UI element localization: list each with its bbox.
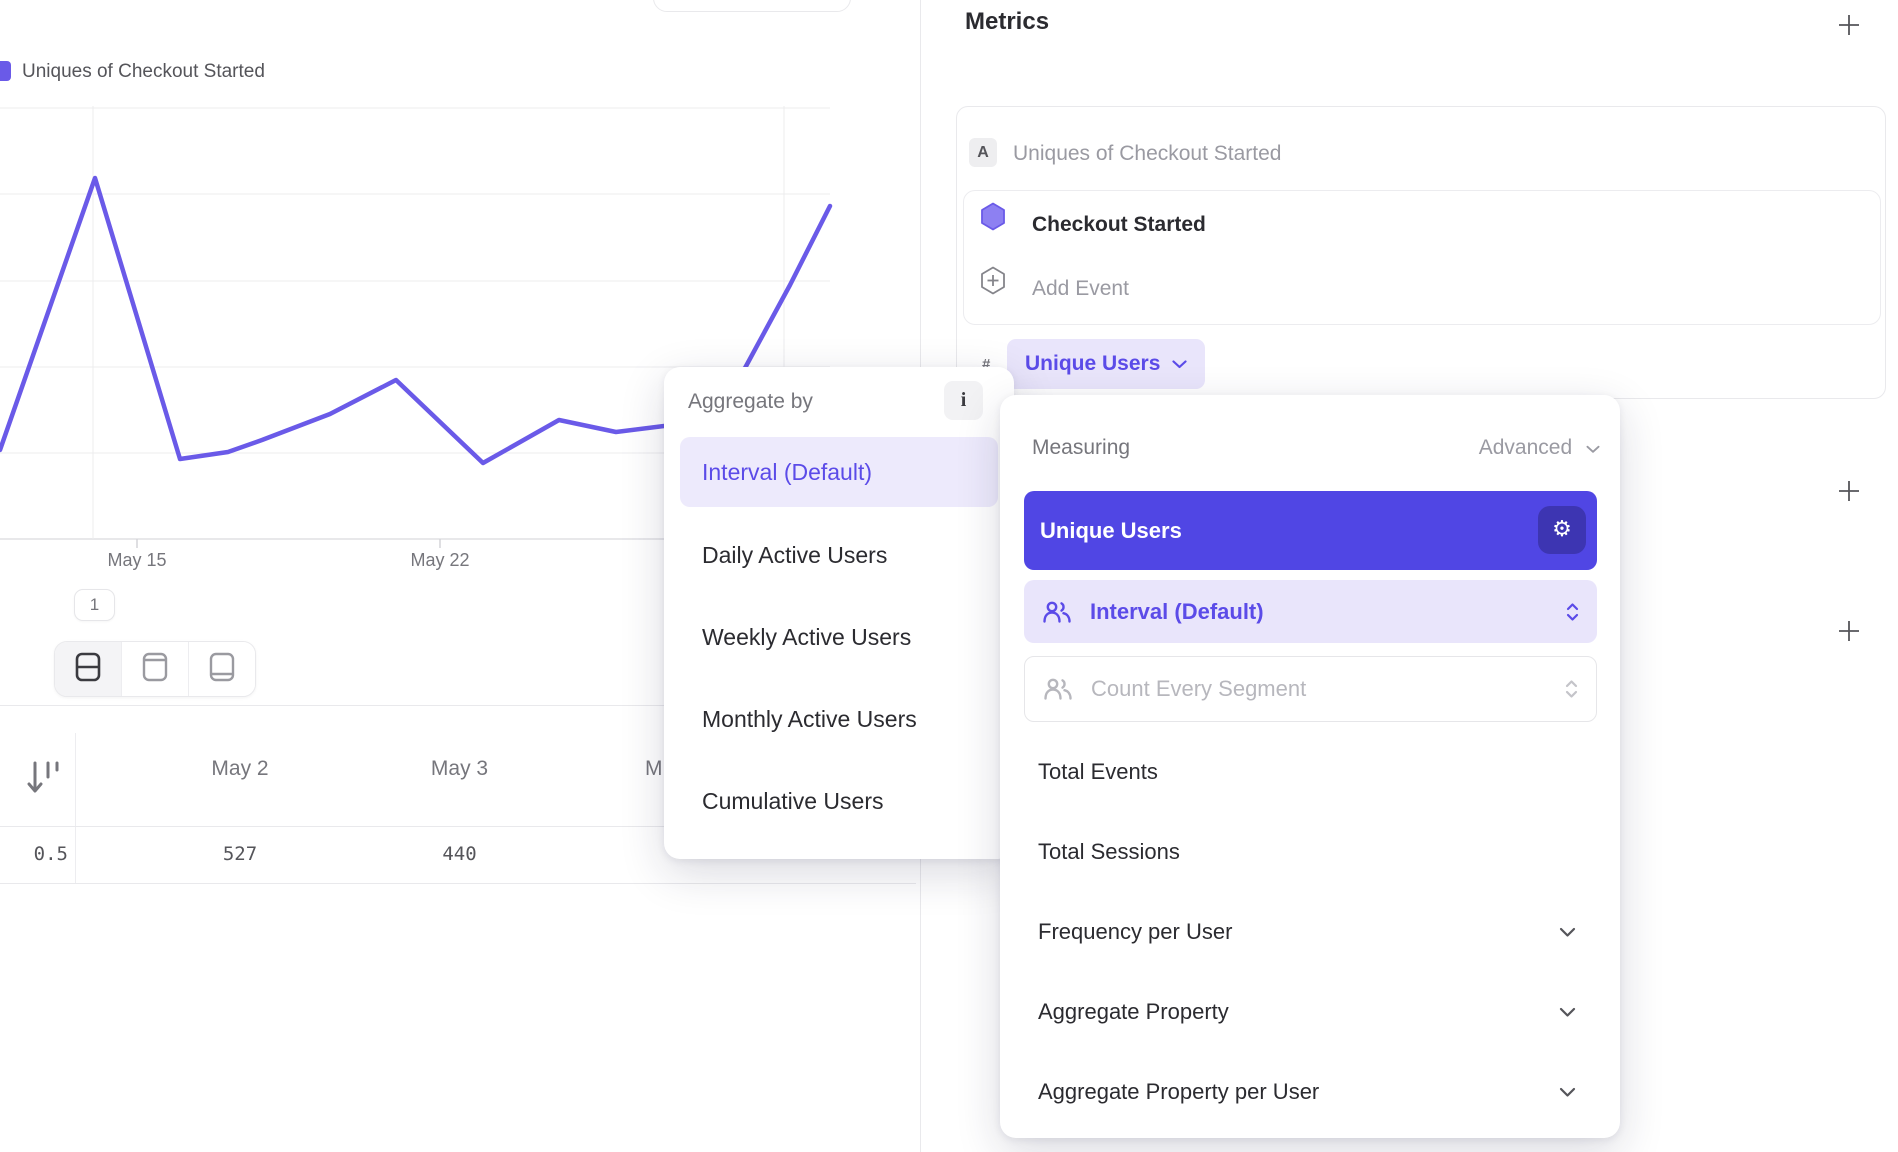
- measuring-option-aggregate-property-per-user[interactable]: Aggregate Property per User: [1038, 1070, 1598, 1114]
- x-axis-label: May 22: [370, 550, 510, 571]
- layout-split-button[interactable]: [55, 642, 122, 696]
- layout-table-button[interactable]: [189, 642, 255, 696]
- table-cell-may3: 440: [350, 843, 569, 865]
- measuring-option-aggregate-property[interactable]: Aggregate Property: [1038, 990, 1598, 1034]
- table-row-separator: [0, 883, 916, 884]
- measurement-chip[interactable]: Unique Users: [1007, 339, 1205, 389]
- table-header-may2[interactable]: May 2: [130, 757, 350, 781]
- table-column-separator: [75, 733, 76, 883]
- info-button[interactable]: i: [944, 381, 983, 420]
- option-label: Total Sessions: [1038, 839, 1598, 865]
- metric-card-title: Uniques of Checkout Started: [1013, 142, 1282, 166]
- metric-card: A Uniques of Checkout Started Checkout S…: [956, 106, 1886, 399]
- sort-icon[interactable]: [26, 757, 64, 806]
- split-view-icon: [73, 649, 103, 690]
- option-label: Aggregate Property per User: [1038, 1079, 1559, 1105]
- table-cell-may2: 527: [130, 843, 350, 865]
- table-view-icon: [207, 649, 237, 690]
- count-every-segment-label: Count Every Segment: [1091, 676, 1565, 702]
- advanced-label: Advanced: [1479, 436, 1572, 459]
- table-row-label: 0.5: [0, 843, 68, 865]
- up-down-chevrons-icon: [1565, 679, 1578, 699]
- chevron-down-icon: [1559, 1007, 1576, 1018]
- measurement-chip-label: Unique Users: [1025, 352, 1160, 376]
- menu-item-interval-default[interactable]: Interval (Default): [680, 437, 998, 507]
- add-metric-button[interactable]: [1834, 10, 1864, 40]
- menu-item-daily-active-users[interactable]: Daily Active Users: [680, 520, 998, 590]
- layout-chart-button[interactable]: [122, 642, 189, 696]
- interval-row-label: Interval (Default): [1090, 599, 1566, 625]
- plus-icon: [1837, 13, 1861, 37]
- event-hexagon-icon: [980, 202, 1006, 236]
- add-section-button-2[interactable]: [1834, 616, 1864, 646]
- table-header-may3[interactable]: May 3: [350, 757, 569, 781]
- series-page-chip[interactable]: 1: [74, 589, 115, 621]
- add-event-hexagon-icon: [980, 266, 1006, 300]
- add-section-button-1[interactable]: [1834, 476, 1864, 506]
- users-icon: [1042, 600, 1072, 624]
- add-event-button[interactable]: Add Event: [1032, 277, 1129, 301]
- option-label: Aggregate Property: [1038, 999, 1559, 1025]
- option-label: Frequency per User: [1038, 919, 1559, 945]
- measuring-option-total-sessions[interactable]: Total Sessions: [1038, 830, 1598, 874]
- menu-item-cumulative-users[interactable]: Cumulative Users: [680, 766, 998, 836]
- chevron-down-icon: [1559, 1087, 1576, 1098]
- chevron-down-icon: [1586, 445, 1600, 454]
- interval-selector-row[interactable]: Interval (Default): [1024, 580, 1597, 643]
- aggregate-by-menu: Aggregate by i Interval (Default) Daily …: [664, 367, 1014, 859]
- metric-badge: A: [969, 138, 997, 167]
- plus-icon: [1837, 619, 1861, 643]
- gear-icon: ⚙: [1552, 519, 1572, 541]
- menu-item-weekly-active-users[interactable]: Weekly Active Users: [680, 602, 998, 672]
- count-every-segment-row[interactable]: Count Every Segment: [1024, 656, 1597, 722]
- aggregate-by-title: Aggregate by: [688, 390, 813, 414]
- metrics-heading: Metrics: [965, 8, 1049, 36]
- analytics-screen: Uniques of Checkout Started May 15 May 22…: [0, 0, 1898, 1152]
- event-row-label[interactable]: Checkout Started: [1032, 213, 1206, 237]
- measuring-option-unique-users[interactable]: Unique Users ⚙: [1024, 491, 1597, 570]
- x-axis-label: May 15: [67, 550, 207, 571]
- layout-toggle-group: [54, 641, 256, 697]
- measuring-menu: Measuring Advanced Unique Users ⚙ Interv…: [1000, 395, 1620, 1138]
- unique-users-label: Unique Users: [1040, 518, 1182, 544]
- chevron-down-icon: [1172, 360, 1187, 369]
- advanced-toggle[interactable]: Advanced: [1000, 436, 1600, 460]
- chart-view-icon: [140, 649, 170, 690]
- users-icon: [1043, 677, 1073, 701]
- settings-button[interactable]: ⚙: [1538, 506, 1586, 554]
- info-icon: i: [961, 389, 967, 412]
- plus-icon: [1837, 479, 1861, 503]
- events-card: Checkout Started Add Event: [963, 190, 1881, 325]
- up-down-chevrons-icon: [1566, 602, 1579, 622]
- chevron-down-icon: [1559, 927, 1576, 938]
- measuring-option-total-events[interactable]: Total Events: [1038, 750, 1598, 794]
- menu-item-monthly-active-users[interactable]: Monthly Active Users: [680, 684, 998, 754]
- measuring-option-frequency-per-user[interactable]: Frequency per User: [1038, 910, 1598, 954]
- option-label: Total Events: [1038, 759, 1598, 785]
